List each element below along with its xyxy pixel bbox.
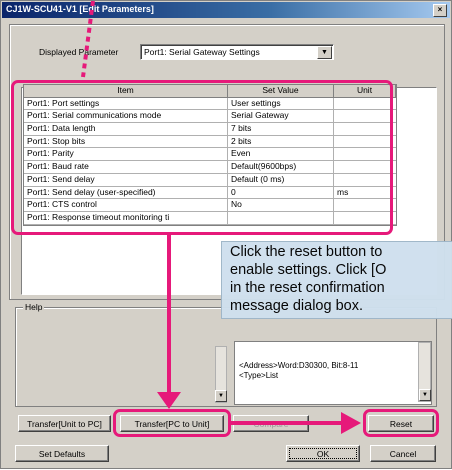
callout-line: message dialog box.: [230, 298, 363, 314]
help-text-panel: <Address>Word:D30300, Bit:8-11 <Type>Lis…: [234, 341, 432, 405]
title-bar[interactable]: CJ1W-SCU41-V1 [Edit Parameters] ×: [2, 2, 450, 18]
callout-line: in the reset confirmation: [230, 280, 385, 296]
help-label: Help: [23, 302, 45, 312]
edit-parameters-dialog: CJ1W-SCU41-V1 [Edit Parameters] × Displa…: [0, 0, 452, 469]
displayed-parameter-label: Displayed Parameter: [39, 47, 119, 57]
callout-line: Click the reset button to: [230, 244, 383, 260]
close-icon[interactable]: ×: [433, 4, 447, 17]
transfer-pc-to-unit-highlight: [113, 409, 231, 437]
scroll-down-icon[interactable]: ▼: [419, 389, 431, 401]
chevron-down-icon[interactable]: ▼: [317, 46, 332, 59]
displayed-parameter-select[interactable]: Port1: Serial Gateway Settings ▼: [140, 44, 334, 60]
reset-highlight: [363, 409, 439, 437]
help-type: <Type>List: [239, 371, 279, 380]
callout-line: enable settings. Click [O: [230, 262, 387, 278]
right-arrow-head: [341, 412, 361, 434]
parameter-table-highlight: [11, 80, 393, 235]
displayed-parameter-value: Port1: Serial Gateway Settings: [144, 47, 260, 57]
cancel-button[interactable]: Cancel: [370, 445, 436, 462]
instruction-callout: Click the reset button to enable setting…: [221, 241, 452, 319]
help-scrollbar[interactable]: ▼: [418, 342, 431, 402]
set-defaults-button[interactable]: Set Defaults: [15, 445, 109, 462]
scroll-down-icon[interactable]: ▼: [215, 390, 227, 402]
help-address: <Address>Word:D30300, Bit:8-11: [239, 361, 359, 370]
compare-button[interactable]: Compare: [233, 415, 309, 432]
transfer-unit-to-pc-button[interactable]: Transfer[Unit to PC]: [18, 415, 111, 432]
window-title: CJ1W-SCU41-V1 [Edit Parameters]: [6, 4, 154, 14]
help-left-scrollbar[interactable]: ▼: [215, 346, 227, 403]
ok-button[interactable]: OK: [286, 445, 360, 462]
